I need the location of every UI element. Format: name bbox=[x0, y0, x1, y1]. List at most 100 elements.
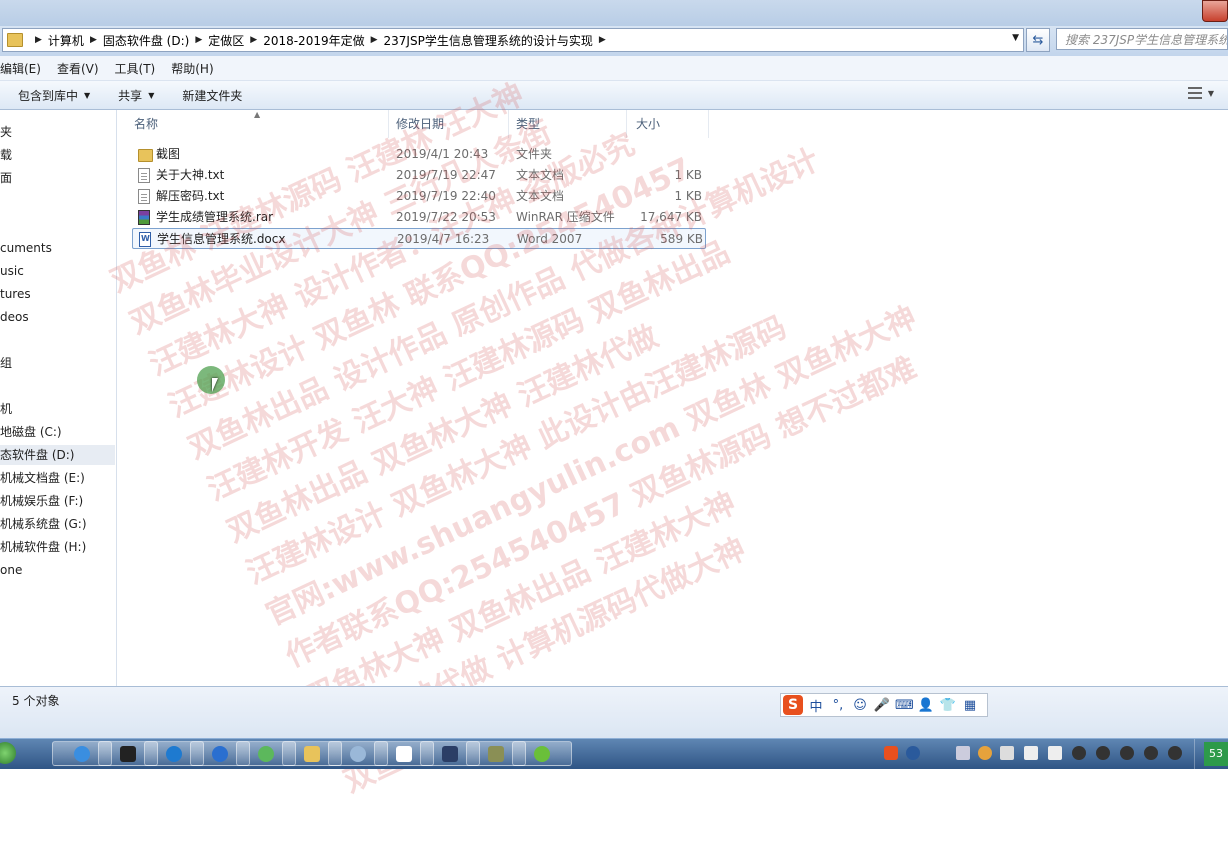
file-row[interactable]: 关于大神.txt 2019/7/19 22:47 文本文档 1 KB bbox=[132, 165, 706, 186]
show-desktop-button[interactable] bbox=[1194, 739, 1195, 769]
start-button[interactable] bbox=[0, 742, 16, 764]
chevron-right-icon[interactable]: ▶ bbox=[250, 35, 257, 45]
chevron-right-icon[interactable]: ▶ bbox=[195, 35, 202, 45]
column-name[interactable]: 名称 bbox=[134, 110, 158, 138]
ime-toolbar[interactable]: S 中 °, ☺ 🎤 ⌨ 👤 👕 ▦ bbox=[780, 693, 988, 717]
nav-item[interactable]: cuments bbox=[0, 238, 52, 258]
notepad-icon bbox=[396, 746, 412, 762]
file-name: 学生信息管理系统.docx bbox=[157, 232, 286, 246]
file-name: 截图 bbox=[156, 147, 181, 161]
security-icon[interactable] bbox=[978, 746, 992, 760]
file-row[interactable]: 学生成绩管理系统.rar 2019/7/22 20:53 WinRAR 压缩文件 17… bbox=[132, 207, 706, 228]
menu-view[interactable]: 查看(V) bbox=[49, 60, 107, 77]
new-folder-button[interactable]: 新建文件夹 bbox=[168, 87, 256, 104]
volume-icon[interactable] bbox=[1048, 746, 1062, 760]
rar-archive-icon bbox=[138, 210, 150, 225]
chevron-right-icon[interactable]: ▶ bbox=[371, 35, 378, 45]
file-type: Word 2007 bbox=[517, 232, 583, 246]
skin-icon[interactable]: 👕 bbox=[939, 698, 957, 713]
nav-item[interactable]: 机械娱乐盘 (F:) bbox=[0, 491, 83, 511]
chevron-right-icon[interactable]: ▶ bbox=[35, 35, 42, 45]
file-list[interactable]: 名称 ▲ 修改日期 类型 大小 截图 2019/4/1 20:43 文件夹 关于大神.… bbox=[118, 110, 1228, 686]
chevron-down-icon: ▼ bbox=[84, 90, 91, 100]
column-divider[interactable] bbox=[626, 110, 627, 138]
file-row[interactable]: 截图 2019/4/1 20:43 文件夹 bbox=[132, 144, 706, 165]
taskbar-app-11[interactable] bbox=[512, 741, 572, 766]
nav-item[interactable]: tures bbox=[0, 284, 31, 304]
column-divider[interactable] bbox=[508, 110, 509, 138]
nav-item[interactable]: 机械系统盘 (G:) bbox=[0, 514, 87, 534]
column-size[interactable]: 大小 bbox=[636, 110, 660, 138]
qq-penguin-icon[interactable] bbox=[1072, 746, 1086, 760]
emoji-icon[interactable]: ☺ bbox=[851, 698, 869, 713]
click-highlight bbox=[197, 366, 225, 394]
nav-item[interactable]: deos bbox=[0, 307, 29, 327]
refresh-button[interactable]: ⇆ bbox=[1026, 28, 1050, 52]
nav-item[interactable]: 面 bbox=[0, 168, 12, 188]
breadcrumb-computer[interactable]: 计算机 bbox=[48, 32, 84, 49]
menu-edit[interactable]: 编辑(E) bbox=[0, 60, 49, 77]
column-divider[interactable] bbox=[708, 110, 709, 138]
search-input[interactable]: 搜索 237JSP学生信息管理系统... bbox=[1056, 28, 1228, 50]
menu-tools[interactable]: 工具(T) bbox=[107, 60, 164, 77]
nav-item[interactable]: usic bbox=[0, 261, 24, 281]
punctuation-icon[interactable]: °, bbox=[829, 698, 847, 713]
terminal-icon bbox=[120, 746, 136, 762]
file-size: 589 KB bbox=[660, 232, 703, 246]
keyboard-icon[interactable]: ⌨ bbox=[895, 698, 914, 713]
qq-penguin-icon[interactable] bbox=[1120, 746, 1134, 760]
nav-item[interactable]: 地磁盘 (C:) bbox=[0, 422, 62, 442]
qq-penguin-icon[interactable] bbox=[1096, 746, 1110, 760]
usb-icon[interactable] bbox=[1000, 746, 1014, 760]
menubar: 编辑(E) 查看(V) 工具(T) 帮助(H) bbox=[0, 56, 1228, 81]
nav-item[interactable]: 机 bbox=[0, 399, 12, 419]
nav-item[interactable]: 夹 bbox=[0, 122, 12, 142]
share-button[interactable]: 共享 ▼ bbox=[104, 87, 168, 104]
nav-item[interactable]: 机械文档盘 (E:) bbox=[0, 468, 85, 488]
breadcrumb-custom-area[interactable]: 定做区 bbox=[208, 32, 244, 49]
breadcrumb-drive-d[interactable]: 固态软件盘 (D:) bbox=[103, 32, 189, 49]
address-dropdown-icon[interactable]: ▼ bbox=[1012, 33, 1019, 43]
help-icon[interactable] bbox=[906, 746, 920, 760]
close-window-button[interactable] bbox=[1202, 0, 1228, 22]
user-icon[interactable]: 👤 bbox=[917, 698, 935, 713]
tray-expand-icon[interactable] bbox=[956, 746, 970, 760]
toolbar: 包含到库中 ▼ 共享 ▼ 新建文件夹 ▼ bbox=[0, 81, 1228, 110]
include-in-library-button[interactable]: 包含到库中 ▼ bbox=[0, 87, 104, 104]
column-type[interactable]: 类型 bbox=[516, 110, 540, 138]
address-bar[interactable]: ▶ 计算机 ▶ 固态软件盘 (D:) ▶ 定做区 ▶ 2018-2019年定做 … bbox=[2, 28, 1024, 52]
nav-item[interactable]: 载 bbox=[0, 145, 12, 165]
sogou-logo-icon[interactable]: S bbox=[783, 695, 803, 715]
file-name: 解压密码.txt bbox=[156, 189, 225, 203]
nav-item[interactable]: 组 bbox=[0, 353, 12, 373]
nav-item[interactable]: one bbox=[0, 560, 22, 580]
breadcrumb-2018-2019[interactable]: 2018-2019年定做 bbox=[263, 32, 364, 49]
change-view-button[interactable]: ▼ bbox=[1187, 87, 1214, 99]
toolbox-icon[interactable]: ▦ bbox=[961, 698, 979, 713]
sogou-tray-icon[interactable] bbox=[884, 746, 898, 760]
menu-help[interactable]: 帮助(H) bbox=[163, 60, 221, 77]
column-divider[interactable] bbox=[388, 110, 389, 138]
nav-item[interactable]: 态软件盘 (D:) bbox=[0, 445, 115, 465]
word-doc-icon bbox=[139, 232, 151, 247]
qq-penguin-icon[interactable] bbox=[1168, 746, 1182, 760]
folder-icon bbox=[304, 746, 320, 762]
tray-badge[interactable]: 53 bbox=[1204, 742, 1228, 766]
file-name: 学生成绩管理系统.rar bbox=[156, 210, 274, 224]
microphone-icon[interactable]: 🎤 bbox=[873, 698, 891, 713]
ime-mode-toggle[interactable]: 中 bbox=[807, 696, 825, 715]
file-modified: 2019/4/7 16:23 bbox=[397, 232, 490, 246]
chevron-right-icon[interactable]: ▶ bbox=[599, 35, 606, 45]
file-row[interactable]: 学生信息管理系统.docx 2019/4/7 16:23 Word 2007 589 … bbox=[132, 228, 706, 249]
network-signal-icon[interactable] bbox=[1024, 746, 1038, 760]
share-label: 共享 bbox=[118, 88, 143, 103]
nav-item[interactable]: 机械软件盘 (H:) bbox=[0, 537, 86, 557]
navigation-pane[interactable]: 夹载面 cuments usic tures deos 组机地磁盘 (C:) 态软件盘 (D… bbox=[0, 110, 117, 686]
qq-penguin-icon[interactable] bbox=[1144, 746, 1158, 760]
file-size: 1 KB bbox=[674, 168, 702, 182]
file-type: 文本文档 bbox=[516, 189, 565, 203]
column-modified[interactable]: 修改日期 bbox=[396, 110, 444, 138]
chevron-right-icon[interactable]: ▶ bbox=[90, 35, 97, 45]
file-row[interactable]: 解压密码.txt 2019/7/19 22:40 文本文档 1 KB bbox=[132, 186, 706, 207]
breadcrumb-project[interactable]: 237JSP学生信息管理系统的设计与实现 bbox=[384, 32, 593, 49]
